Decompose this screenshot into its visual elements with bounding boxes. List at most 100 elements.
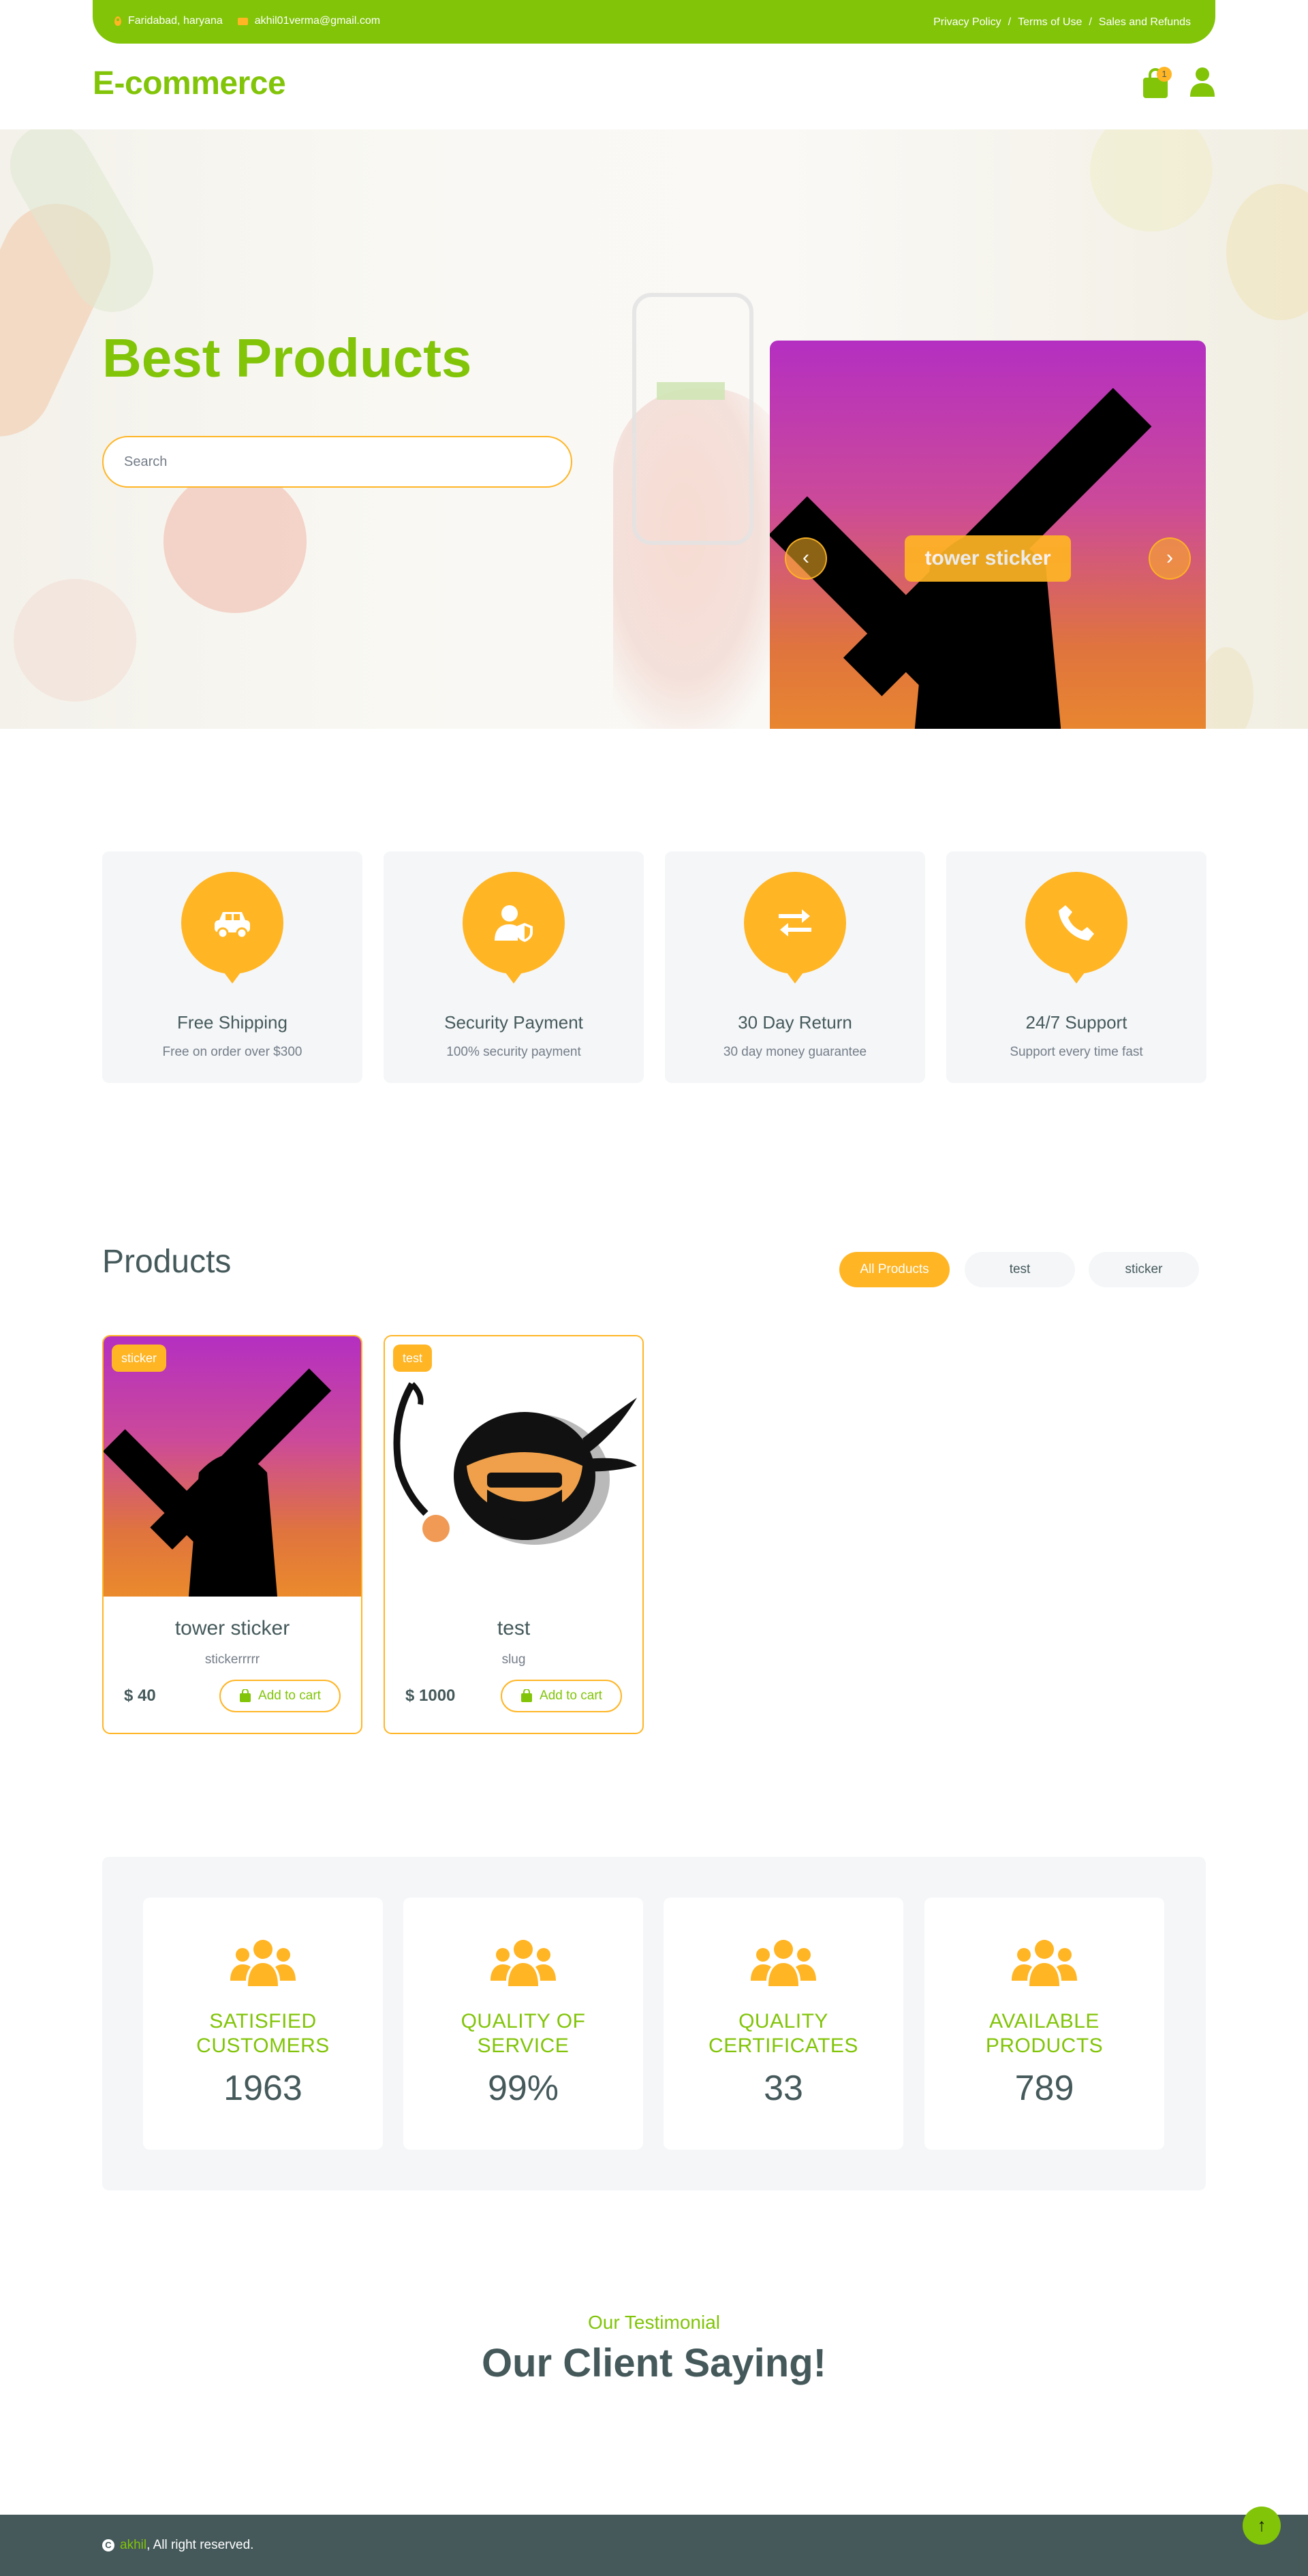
testimonial-subtitle: Our Testimonial [587, 2312, 720, 2333]
stat-card: AVAILABLE PRODUCTS 789 [924, 1898, 1164, 2150]
phone-icon [1059, 905, 1094, 941]
brand-logo[interactable]: E-commerce [93, 65, 286, 102]
product-price: $ 1000 [405, 1686, 456, 1705]
feature-title: 24/7 Support [1025, 1012, 1127, 1033]
add-to-cart-button[interactable]: Add to cart [219, 1680, 341, 1712]
feature-card: Free Shipping Free on order over $300 [102, 851, 362, 1083]
filter-test[interactable]: test [965, 1252, 1075, 1287]
product-card[interactable]: test test slug $ 1000 Add to cart [384, 1335, 644, 1734]
exchange-icon [779, 909, 811, 937]
hero-section: Best Products tower sticker ‹ › [0, 129, 1308, 729]
cart-button[interactable]: 1 [1142, 66, 1172, 99]
hero-title: Best Products [102, 328, 472, 388]
product-slug: stickerrrrr [204, 1652, 260, 1667]
user-icon [1190, 67, 1215, 97]
ninja-image [393, 1382, 637, 1545]
back-to-top-button[interactable]: ↑ [1243, 2507, 1281, 2545]
user-account-button[interactable] [1189, 67, 1215, 100]
product-image[interactable] [385, 1336, 642, 1597]
stat-label-line: QUALITY OF [461, 2010, 586, 2032]
product-carousel[interactable]: tower sticker ‹ › [770, 341, 1206, 729]
product-category-tag: test [393, 1345, 433, 1372]
feature-subtitle: 30 day money guarantee [723, 1045, 867, 1059]
search-input[interactable] [102, 436, 572, 488]
stat-value: 1963 [223, 2069, 302, 2108]
bg-decoration [1090, 129, 1213, 232]
product-name[interactable]: test [385, 1617, 642, 1640]
feature-icon-bubble [463, 872, 565, 984]
copyright-icon: C [102, 2539, 114, 2551]
feature-title: Security Payment [444, 1012, 583, 1033]
product-slug: slug [501, 1652, 526, 1667]
feature-card: 30 Day Return 30 day money guarantee [665, 851, 925, 1083]
footer: C akhil, All right reserved. [0, 2515, 1308, 2576]
rights-text: , All right reserved. [146, 2538, 254, 2552]
carousel-caption[interactable]: tower sticker [905, 535, 1071, 582]
stat-label-line: QUALITY [738, 2010, 828, 2032]
cart-count-badge: 1 [1157, 66, 1172, 82]
copyright: C akhil, All right reserved. [102, 2538, 253, 2553]
link-separator: / [1089, 16, 1092, 28]
shopping-bag-icon [521, 1689, 533, 1702]
feature-subtitle: Free on order over $300 [162, 1045, 302, 1059]
chevron-right-icon: › [1166, 546, 1173, 569]
chevron-left-icon: ‹ [803, 546, 809, 569]
stat-label-line: AVAILABLE [989, 2010, 1100, 2032]
users-icon [1012, 1940, 1077, 1986]
add-to-cart-label: Add to cart [258, 1688, 321, 1703]
feature-icon-bubble [744, 872, 846, 984]
terms-of-use-link[interactable]: Terms of Use [1018, 16, 1082, 29]
stat-label: QUALITY CERTIFICATES [664, 2009, 903, 2058]
carousel-prev-button[interactable]: ‹ [785, 537, 827, 580]
product-category-tag: sticker [112, 1345, 167, 1372]
map-pin-icon [114, 16, 121, 26]
address-item: Faridabad, haryana [114, 15, 223, 27]
author-link[interactable]: akhil [120, 2538, 146, 2552]
link-separator: / [1008, 16, 1012, 28]
feature-subtitle: 100% security payment [446, 1045, 581, 1059]
carousel-next-button[interactable]: › [1149, 537, 1191, 580]
privacy-policy-link[interactable]: Privacy Policy [933, 16, 1001, 29]
shopping-bag-icon [240, 1689, 251, 1702]
policy-links: Privacy Policy / Terms of Use / Sales an… [933, 16, 1191, 29]
windmill-image [104, 1368, 332, 1597]
stat-card: QUALITY OF SERVICE 99% [403, 1898, 643, 2150]
car-icon [215, 912, 250, 939]
sales-refunds-link[interactable]: Sales and Refunds [1099, 16, 1191, 29]
product-image[interactable] [104, 1336, 361, 1597]
stat-label-line: SERVICE [477, 2035, 570, 2057]
stat-label-line: PRODUCTS [985, 2035, 1104, 2057]
stat-value: 99% [487, 2069, 559, 2108]
filter-all-products[interactable]: All Products [839, 1252, 950, 1287]
arrow-up-icon: ↑ [1257, 2515, 1266, 2535]
bg-decoration [14, 579, 136, 702]
feature-card: 24/7 Support Support every time fast [946, 851, 1206, 1083]
product-card[interactable]: sticker tower sticker stickerrrrr $ 40 A… [102, 1335, 362, 1734]
stat-label: SATISFIED CUSTOMERS [143, 2009, 383, 2058]
bg-decoration [164, 470, 307, 613]
feature-icon-bubble [1025, 872, 1127, 984]
stat-label-line: SATISFIED [209, 2010, 317, 2032]
windmill-image [770, 388, 1152, 729]
product-name[interactable]: tower sticker [104, 1617, 361, 1640]
phone-illustration [632, 293, 753, 545]
top-info-bar: Faridabad, haryana akhil01verma@gmail.co… [93, 0, 1215, 44]
bg-decoration [1199, 647, 1254, 729]
testimonial-title: Our Client Saying! [482, 2341, 826, 2385]
product-price: $ 40 [124, 1686, 156, 1705]
add-to-cart-button[interactable]: Add to cart [501, 1680, 622, 1712]
filter-sticker[interactable]: sticker [1089, 1252, 1199, 1287]
feature-card: Security Payment 100% security payment [384, 851, 644, 1083]
bg-decoration [1226, 184, 1308, 320]
stat-label: AVAILABLE PRODUCTS [924, 2009, 1164, 2058]
feature-subtitle: Support every time fast [1010, 1045, 1143, 1059]
carousel-slide-image [770, 341, 1206, 729]
email-item[interactable]: akhil01verma@gmail.com [237, 15, 380, 27]
stat-card: SATISFIED CUSTOMERS 1963 [143, 1898, 383, 2150]
stat-label-line: CERTIFICATES [708, 2035, 858, 2057]
feature-title: 30 Day Return [738, 1012, 852, 1033]
header-actions: 1 [1142, 66, 1215, 100]
feature-title: Free Shipping [177, 1012, 287, 1033]
products-heading: Products [102, 1244, 232, 1280]
email-text[interactable]: akhil01verma@gmail.com [255, 15, 380, 27]
